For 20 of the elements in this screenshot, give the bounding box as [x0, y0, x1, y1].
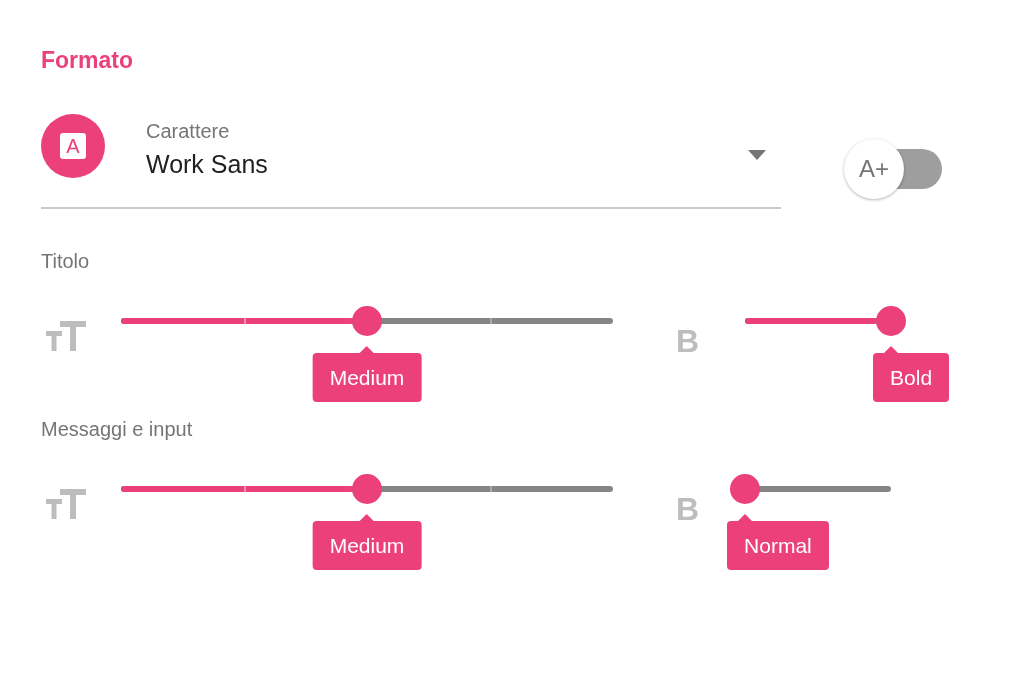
value-tooltip: Medium	[312, 514, 422, 570]
value-tooltip: Medium	[312, 346, 422, 402]
dropdown-label: Carattere	[146, 119, 231, 144]
text-size-icon	[46, 321, 86, 351]
section-title: Formato	[41, 46, 134, 75]
bold-icon: B	[676, 326, 700, 356]
section-label: Titolo	[41, 249, 90, 274]
font-icon: A	[41, 114, 105, 178]
slider-thumb[interactable]	[352, 306, 382, 336]
value-tooltip: Bold	[873, 346, 950, 402]
dropdown-value: Work Sans	[146, 149, 268, 180]
font-dropdown[interactable]: A Carattere Work Sans	[41, 114, 781, 209]
slider-thumb[interactable]	[352, 474, 382, 504]
caret-icon	[748, 150, 766, 160]
bold-icon: B	[676, 494, 700, 524]
slider-thumb[interactable]	[876, 306, 907, 336]
section-label: Messaggi e input	[41, 417, 193, 442]
value-tooltip: Normal	[727, 514, 829, 570]
slider-thumb[interactable]	[730, 474, 761, 504]
text-size-icon	[46, 489, 86, 519]
